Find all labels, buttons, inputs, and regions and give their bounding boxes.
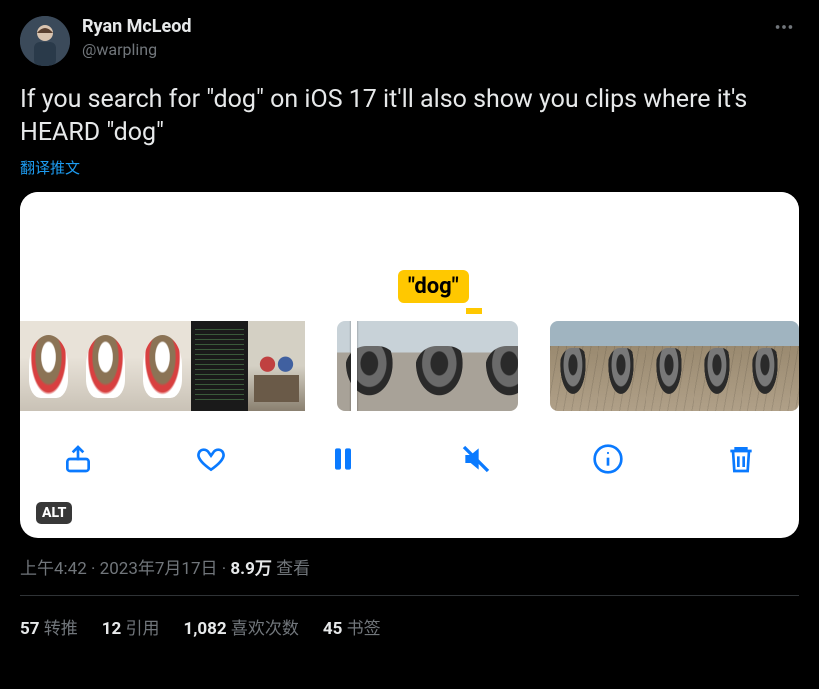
views-count: 8.9万 (230, 559, 271, 579)
thumbnail (20, 321, 77, 411)
display-name[interactable]: Ryan McLeod (82, 16, 769, 38)
tweet-date[interactable]: 2023年7月17日 (100, 559, 218, 579)
playhead[interactable] (351, 321, 357, 411)
tweet-stats: 57 转推 12 引用 1,082 喜欢次数 45 书签 (20, 614, 799, 639)
avatar-image (20, 16, 70, 66)
tweet-header: Ryan McLeod @warpling (20, 16, 799, 66)
video-scrubber-filmstrip[interactable] (20, 318, 799, 414)
thumbnail (598, 321, 646, 411)
alt-badge[interactable]: ALT (36, 502, 72, 524)
avatar[interactable] (20, 16, 70, 66)
tweet-container: Ryan McLeod @warpling If you search for … (0, 0, 819, 647)
thumbnail (191, 321, 248, 411)
media-toolbar (20, 414, 799, 504)
mute-icon[interactable] (458, 441, 494, 477)
views-label: 查看 (272, 559, 310, 579)
thumbnail (790, 321, 799, 411)
thumbnail (550, 321, 598, 411)
tweet-text: If you search for "dog" on iOS 17 it'll … (20, 84, 799, 149)
pause-icon[interactable] (325, 441, 361, 477)
retweets-stat[interactable]: 57 转推 (20, 614, 78, 639)
thumbnail (477, 321, 518, 411)
media-card[interactable]: "dog" (20, 192, 799, 538)
highlight-marker (466, 308, 482, 314)
likes-stat[interactable]: 1,082 喜欢次数 (183, 614, 298, 639)
thumbnail (248, 321, 305, 411)
thumbnail (337, 321, 407, 411)
thumbnail (134, 321, 191, 411)
thumbnail (742, 321, 790, 411)
more-icon[interactable] (769, 16, 799, 44)
search-highlight-tag: "dog" (398, 270, 469, 303)
info-icon[interactable] (590, 441, 626, 477)
heart-icon[interactable] (193, 441, 229, 477)
media-top-whitespace: "dog" (20, 192, 799, 318)
clip-group-2 (337, 321, 518, 411)
share-icon[interactable] (60, 441, 96, 477)
quotes-stat[interactable]: 12 引用 (102, 614, 160, 639)
clip-group-3 (550, 321, 799, 411)
handle[interactable]: @warpling (82, 40, 769, 59)
thumbnail (694, 321, 742, 411)
author-names: Ryan McLeod @warpling (82, 16, 769, 59)
tweet-meta: 上午4:42 · 2023年7月17日 · 8.9万 查看 (20, 554, 799, 579)
divider (20, 595, 799, 596)
tweet-time[interactable]: 上午4:42 (20, 559, 87, 579)
thumbnail (646, 321, 694, 411)
thumbnail (407, 321, 477, 411)
thumbnail (77, 321, 134, 411)
translate-link[interactable]: 翻译推文 (20, 157, 799, 178)
trash-icon[interactable] (723, 441, 759, 477)
clip-group-1 (20, 321, 305, 411)
bookmarks-stat[interactable]: 45 书签 (323, 614, 381, 639)
